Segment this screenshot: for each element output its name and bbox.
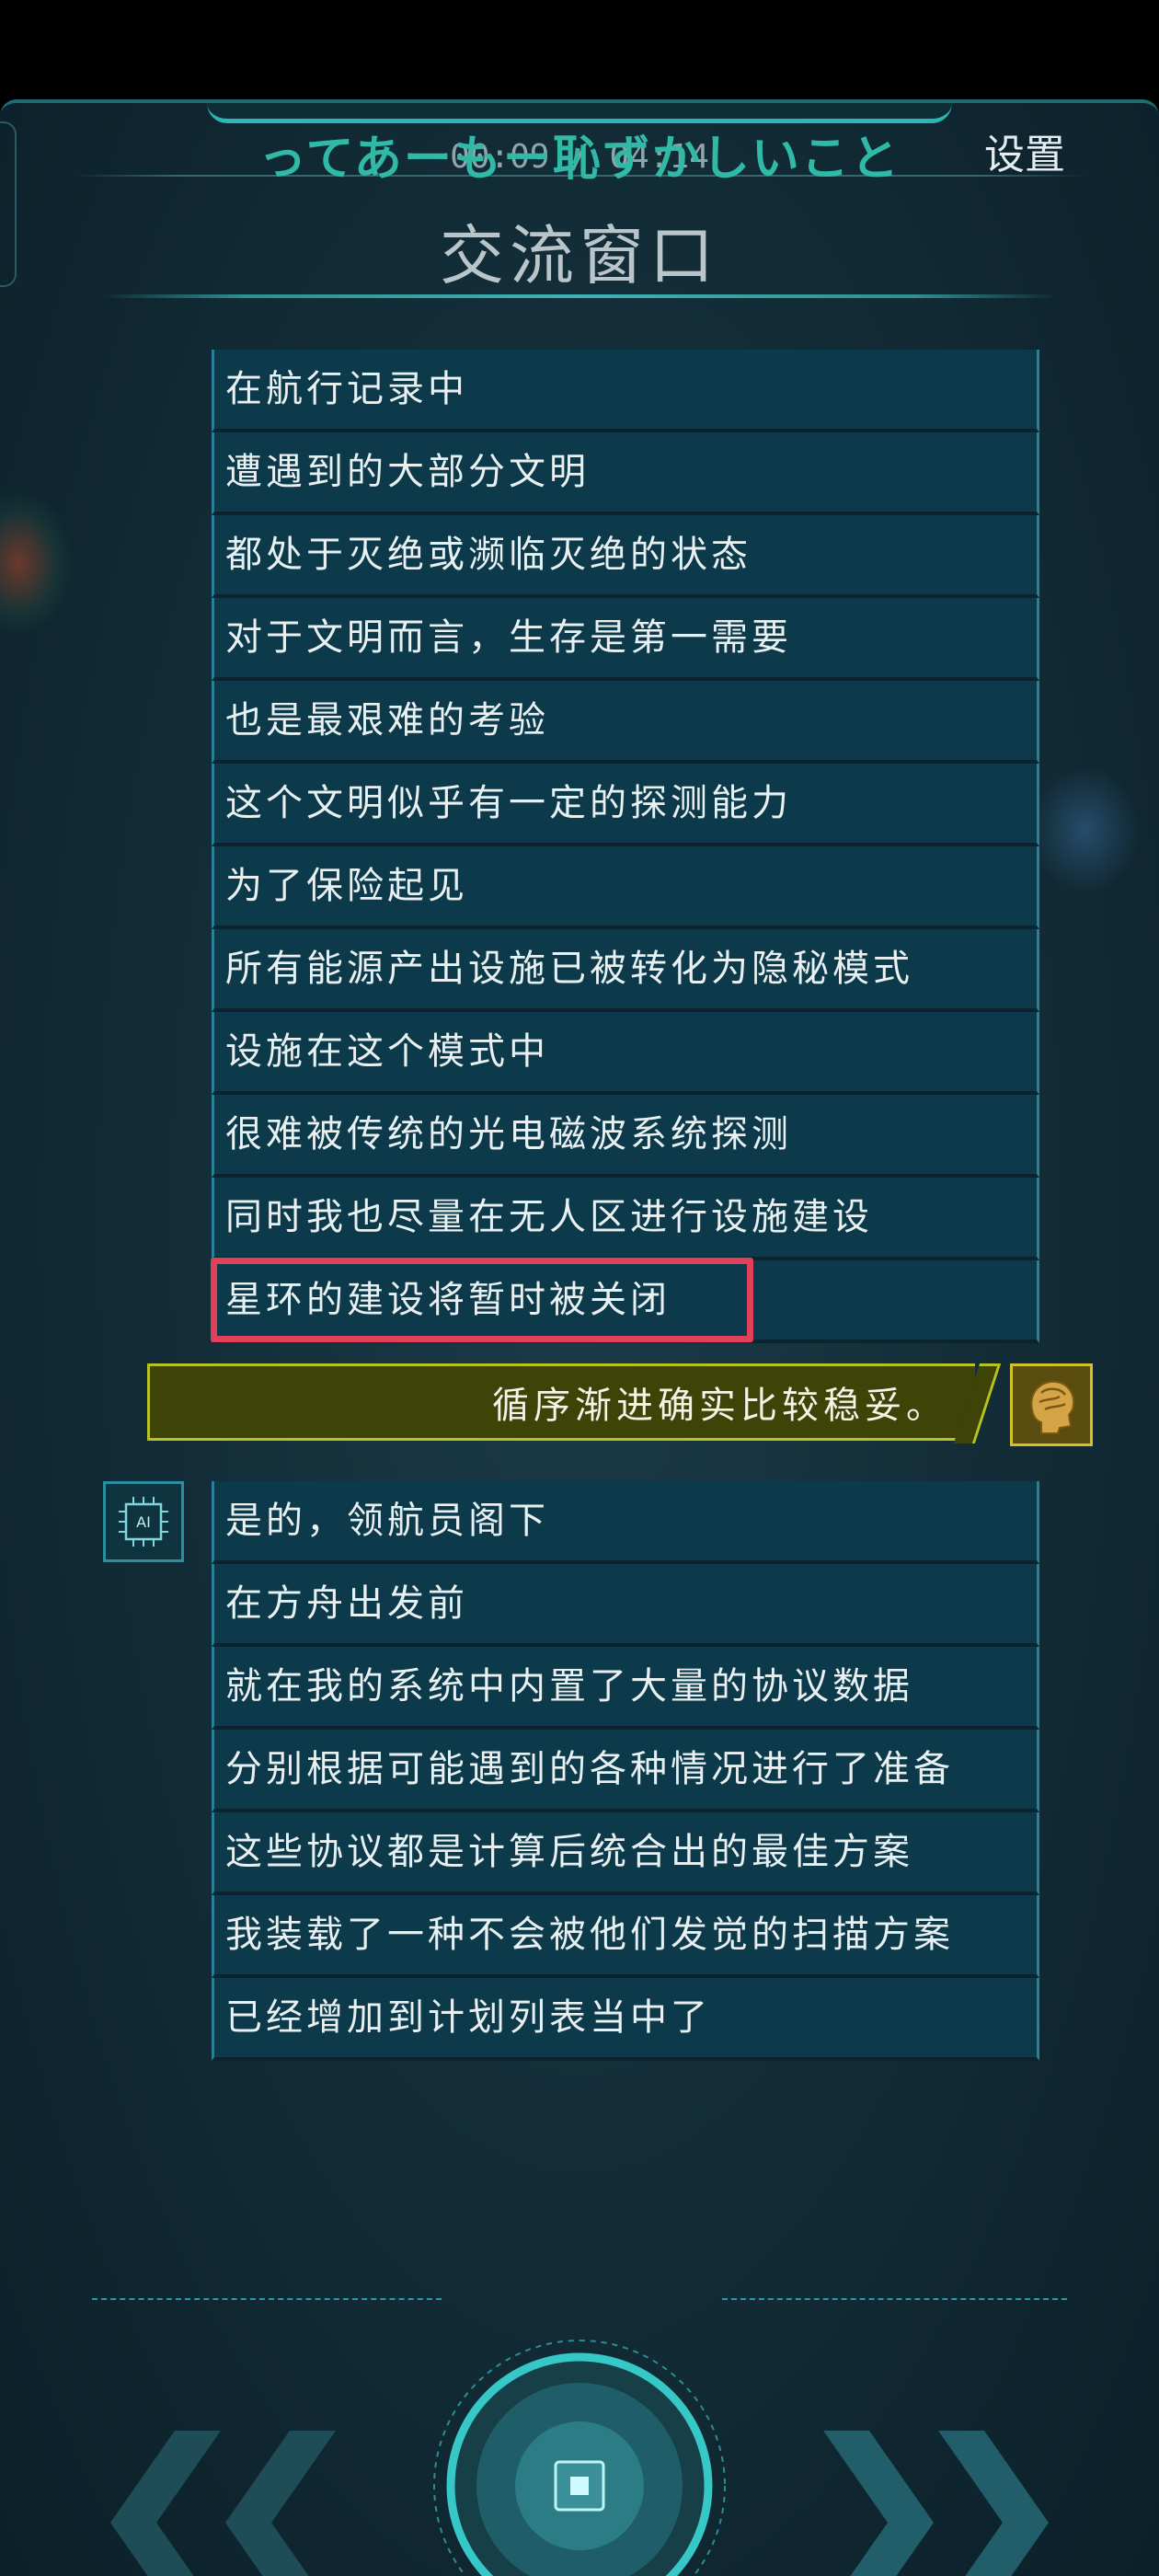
dialogue-line: 遭遇到的大部分文明 bbox=[212, 432, 1039, 515]
bottom-divider-right bbox=[722, 2298, 1067, 2300]
dialogue-line: 对于文明而言，生存是第一需要 bbox=[212, 598, 1039, 681]
highlight-box bbox=[211, 1258, 753, 1342]
dialogue-line: 这些协议都是计算后统合出的最佳方案 bbox=[212, 1812, 1039, 1895]
dialogue-line: 已经增加到计划列表当中了 bbox=[212, 1978, 1039, 2061]
player-reply-text: 循序渐进确实比较稳妥。 bbox=[492, 1385, 947, 1427]
japanese-subtitle: ってあーもー恥ずかしいこと bbox=[258, 132, 901, 187]
dialogue-line: 也是最艰难的考验 bbox=[212, 681, 1039, 764]
dialogue-line: 我装载了一种不会被他们发觉的扫描方案 bbox=[212, 1895, 1039, 1978]
dialogue-line-highlighted: 星环的建设将暂时被关闭 bbox=[211, 1258, 1039, 1343]
game-screen: 设置 交流窗口 在航行记录中 遭遇到的大部分文明 都处于灭绝或濒临灭绝的状态 对… bbox=[0, 99, 1159, 2576]
dialogue-line: 在方舟出发前 bbox=[212, 1564, 1039, 1647]
dialogue-line: 这个文明似乎有一定的探测能力 bbox=[212, 764, 1039, 846]
right-glow-decoration bbox=[1030, 765, 1141, 894]
dialogue-line: 就在我的系统中内置了大量的协议数据 bbox=[212, 1647, 1039, 1730]
video-subtitle-overlay: 00:09 / 04:14 ってあーもー恥ずかしいこと bbox=[0, 110, 1159, 193]
dialogue-line: 所有能源产出设施已被转化为隐秘模式 bbox=[212, 929, 1039, 1012]
dialogue-line: 设施在这个模式中 bbox=[212, 1012, 1039, 1095]
npc-dialogue-block-a: 在航行记录中 遭遇到的大部分文明 都处于灭绝或濒临灭绝的状态 对于文明而言，生存… bbox=[211, 350, 1039, 1343]
double-chevron-left-icon[interactable] bbox=[110, 2431, 340, 2576]
dialogue-line: 同时我也尽量在无人区进行设施建设 bbox=[212, 1178, 1039, 1260]
npc-dialogue-block-b: 是的，领航员阁下 在方舟出发前 就在我的系统中内置了大量的协议数据 分别根据可能… bbox=[212, 1481, 1039, 2061]
bottom-divider-left bbox=[92, 2298, 442, 2300]
player-reply-bubble: 循序渐进确实比较稳妥。 bbox=[147, 1363, 975, 1441]
double-chevron-right-icon[interactable] bbox=[819, 2431, 1049, 2576]
dialogue-line: 很难被传统的光电磁波系统探测 bbox=[212, 1095, 1039, 1178]
svg-text:AI: AI bbox=[136, 1513, 151, 1531]
dialogue-line: 在航行记录中 bbox=[212, 350, 1039, 432]
left-glow-decoration bbox=[0, 489, 74, 637]
dialogue-line: 都处于灭绝或濒临灭绝的状态 bbox=[212, 515, 1039, 598]
dialogue-line: 为了保险起见 bbox=[212, 846, 1039, 929]
brain-head-icon bbox=[1010, 1363, 1093, 1446]
dialogue-line: 分别根据可能遇到的各种情况进行了准备 bbox=[212, 1730, 1039, 1812]
window-title: 交流窗口 bbox=[440, 218, 719, 293]
dialogue-line: 是的，领航员阁下 bbox=[212, 1481, 1039, 1564]
center-action-button[interactable] bbox=[432, 2339, 727, 2576]
title-underline bbox=[101, 294, 1058, 298]
ai-chip-icon: AI bbox=[103, 1481, 184, 1562]
